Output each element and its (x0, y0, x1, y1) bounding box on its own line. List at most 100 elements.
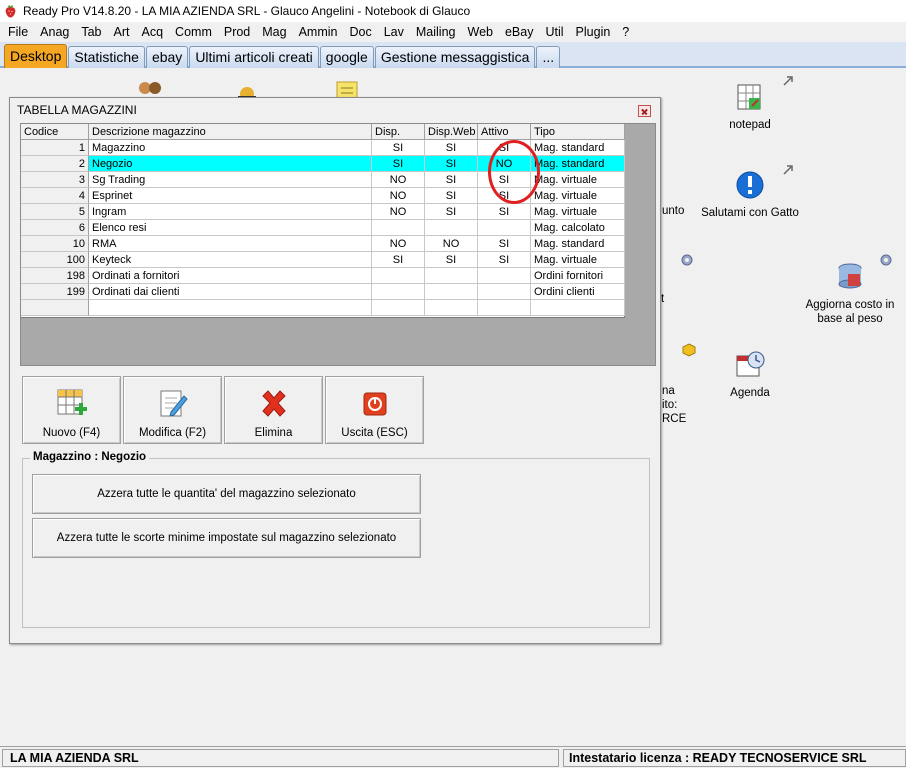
menu-web[interactable]: Web (462, 22, 499, 42)
desktop-icon-notepad[interactable]: notepad (720, 82, 780, 132)
menu-lav[interactable]: Lav (378, 22, 410, 42)
partial-label-ito: ito: (662, 399, 678, 411)
cell-disp (372, 300, 425, 316)
elimina-button[interactable]: Elimina (224, 376, 323, 444)
menu-anag[interactable]: Anag (34, 22, 75, 42)
cell-disp-web (425, 284, 478, 300)
cell-disp-web: SI (425, 156, 478, 172)
column-header[interactable]: Attivo (478, 124, 531, 140)
cell-disp-web (425, 220, 478, 236)
magazzino-groupbox: Magazzino : Negozio Azzera tutte le quan… (22, 451, 650, 628)
cube-icon (682, 343, 696, 357)
modifica-label: Modifica (F2) (138, 427, 207, 439)
menu-help[interactable]: ? (616, 22, 635, 42)
elimina-label: Elimina (254, 427, 293, 439)
cell-codice: 6 (21, 220, 89, 236)
tab-google[interactable]: google (319, 46, 374, 68)
menu-prod[interactable]: Prod (218, 22, 256, 42)
menu-util[interactable]: Util (539, 22, 569, 42)
tab-ebay[interactable]: ebay (145, 46, 189, 68)
menu-mag[interactable]: Mag (256, 22, 292, 42)
nuovo-button[interactable]: Nuovo (F4) (22, 376, 121, 444)
menu-bar: File Anag Tab Art Acq Comm Prod Mag Ammi… (0, 22, 906, 42)
tab-more[interactable]: ... (536, 46, 561, 68)
menu-mailing[interactable]: Mailing (410, 22, 462, 42)
azzera-quantita-button[interactable]: Azzera tutte le quantita' del magazzino … (32, 474, 421, 514)
menu-ebay[interactable]: eBay (499, 22, 540, 42)
menu-file[interactable]: File (2, 22, 34, 42)
tabella-magazzini-window: TABELLA MAGAZZINI Codice Descrizione mag… (9, 97, 661, 644)
menu-tab[interactable]: Tab (75, 22, 107, 42)
desktop-icon-aggiorna-costo[interactable]: Aggiorna costo in base al peso (800, 260, 900, 326)
notepad-label: notepad (729, 119, 771, 131)
tab-desktop[interactable]: Desktop (4, 44, 68, 68)
cell-descrizione (89, 300, 372, 316)
cell-descrizione: Negozio (89, 156, 372, 172)
table-row[interactable]: 10 RMA NO NO SI Mag. standard (21, 236, 625, 252)
cell-disp (372, 220, 425, 236)
column-header[interactable]: Codice (21, 124, 89, 140)
table-row[interactable]: 199 Ordinati dai clienti Ordini clienti (21, 284, 625, 300)
calendar-clock-icon (736, 351, 765, 377)
menu-art[interactable]: Art (108, 22, 136, 42)
cell-descrizione: Ingram (89, 204, 372, 220)
table-row[interactable]: 6 Elenco resi Mag. calcolato (21, 220, 625, 236)
cell-codice: 3 (21, 172, 89, 188)
shortcut-arrow-icon (783, 165, 793, 175)
cell-codice: 1 (21, 140, 89, 156)
database-update-icon (838, 263, 862, 289)
cell-descrizione: Magazzino (89, 140, 372, 156)
cell-attivo (478, 220, 531, 236)
cell-descrizione: Esprinet (89, 188, 372, 204)
menu-plugin[interactable]: Plugin (570, 22, 617, 42)
table-row[interactable]: 5 Ingram NO SI SI Mag. virtuale (21, 204, 625, 220)
column-header[interactable]: Disp. (372, 124, 425, 140)
cell-disp-web (425, 268, 478, 284)
cell-disp-web: SI (425, 204, 478, 220)
edit-document-icon (160, 390, 188, 417)
column-header[interactable]: Descrizione magazzino (89, 124, 372, 140)
cell-disp-web (425, 300, 478, 316)
menu-acq[interactable]: Acq (136, 22, 170, 42)
modifica-button[interactable]: Modifica (F2) (123, 376, 222, 444)
cell-attivo (478, 300, 531, 316)
table-row[interactable]: 198 Ordinati a fornitori Ordini fornitor… (21, 268, 625, 284)
menu-ammin[interactable]: Ammin (293, 22, 344, 42)
cell-disp: NO (372, 204, 425, 220)
power-exit-icon (363, 392, 387, 416)
tab-ultimi-articoli[interactable]: Ultimi articoli creati (189, 46, 319, 68)
close-icon[interactable] (638, 105, 651, 117)
cell-disp-web: NO (425, 236, 478, 252)
notepad-icon (737, 84, 761, 110)
cell-codice: 198 (21, 268, 89, 284)
tab-gestione-messaggistica[interactable]: Gestione messaggistica (374, 46, 536, 68)
column-header[interactable]: Disp.Web (425, 124, 478, 140)
cell-disp: NO (372, 236, 425, 252)
grid-header: Codice Descrizione magazzino Disp. Disp.… (21, 124, 625, 140)
groupbox-title: Magazzino : Negozio (30, 451, 150, 463)
cell-codice: 4 (21, 188, 89, 204)
partial-label-na: na (662, 385, 675, 397)
azzera-scorte-button[interactable]: Azzera tutte le scorte minime impostate … (32, 518, 421, 558)
column-header[interactable]: Tipo (531, 124, 625, 140)
menu-doc[interactable]: Doc (344, 22, 378, 42)
cell-disp-web: SI (425, 140, 478, 156)
table-row-empty[interactable] (21, 300, 625, 316)
grid-container: Codice Descrizione magazzino Disp. Disp.… (20, 123, 656, 366)
cell-attivo: SI (478, 236, 531, 252)
desktop-icon-salutami[interactable]: Salutami con Gatto (700, 170, 800, 220)
cell-tipo: Mag. standard (531, 140, 625, 156)
desktop-icon-agenda[interactable]: Agenda (720, 350, 780, 400)
table-row[interactable]: 100 Keyteck SI SI SI Mag. virtuale (21, 252, 625, 268)
cell-descrizione: Keyteck (89, 252, 372, 268)
cell-descrizione: RMA (89, 236, 372, 252)
cell-tipo: Mag. calcolato (531, 220, 625, 236)
cell-tipo (531, 300, 625, 316)
cell-tipo: Mag. virtuale (531, 204, 625, 220)
tab-statistiche[interactable]: Statistiche (68, 46, 145, 68)
uscita-button[interactable]: Uscita (ESC) (325, 376, 424, 444)
menu-comm[interactable]: Comm (169, 22, 218, 42)
cell-tipo: Ordini fornitori (531, 268, 625, 284)
shortcut-arrow-icon (783, 76, 793, 86)
gear-icon (880, 254, 892, 266)
